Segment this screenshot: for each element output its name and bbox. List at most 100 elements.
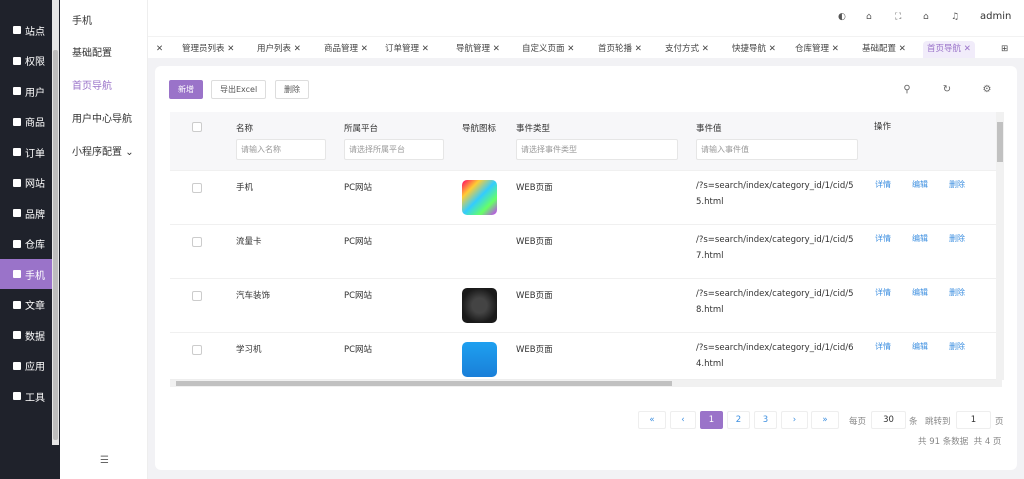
submenu-item-user-nav[interactable]: 用户中心导航	[72, 110, 132, 125]
close-icon[interactable]: ✕	[769, 44, 776, 54]
close-icon[interactable]: ✕	[294, 44, 301, 54]
row-checkbox[interactable]	[192, 345, 202, 355]
event-type-filter-select[interactable]: 请选择事件类型	[516, 139, 678, 160]
table-row: 汽车装饰 PC网站 WEB页面 /?s=search/index/categor…	[170, 278, 996, 332]
sidebar-item[interactable]: 仓库	[0, 229, 52, 259]
name-filter-input[interactable]: 请输入名称	[236, 139, 326, 160]
event-value-filter-input[interactable]: 请输入事件值	[696, 139, 858, 160]
row-checkbox[interactable]	[192, 183, 202, 193]
tab[interactable]: 管理员列表 ✕	[178, 41, 238, 58]
sidebar-item[interactable]: 工具	[0, 381, 52, 411]
close-icon[interactable]: ✕	[832, 44, 839, 54]
next-page-button[interactable]: ›	[781, 411, 808, 429]
sidebar-item[interactable]: 用户	[0, 76, 52, 106]
select-all-checkbox[interactable]	[192, 122, 202, 132]
tab[interactable]: 导航管理 ✕	[452, 41, 504, 58]
close-icon[interactable]: ✕	[227, 44, 234, 54]
store-icon[interactable]: ⌂	[866, 12, 872, 22]
add-button[interactable]: 新增	[169, 80, 203, 99]
sidebar-item[interactable]: 订单	[0, 137, 52, 167]
per-page-label: 每页	[849, 417, 867, 427]
last-page-button[interactable]: »	[811, 411, 839, 429]
theme-icon[interactable]: ◐	[838, 12, 846, 22]
user-name[interactable]: admin	[980, 11, 1011, 22]
export-excel-button[interactable]: 导出Excel	[211, 80, 267, 99]
delete-button[interactable]: 删除	[275, 80, 309, 99]
delete-link[interactable]: 删除	[949, 341, 965, 352]
close-icon[interactable]: ✕	[964, 44, 971, 54]
first-page-button[interactable]: «	[638, 411, 666, 429]
sidebar-item[interactable]: 应用	[0, 351, 52, 381]
detail-link[interactable]: 详情	[875, 341, 891, 352]
sidebar-item[interactable]: 品牌	[0, 198, 52, 228]
detail-link[interactable]: 详情	[875, 179, 891, 190]
delete-link[interactable]: 删除	[949, 179, 965, 190]
tab[interactable]: 用户列表 ✕	[253, 41, 305, 58]
page-2-button[interactable]: 2	[727, 411, 750, 429]
tab[interactable]: 仓库管理 ✕	[791, 41, 843, 58]
tab[interactable]: 基础配置 ✕	[858, 41, 910, 58]
settings-icon[interactable]: ⚙	[981, 84, 993, 96]
edit-link[interactable]: 编辑	[912, 287, 928, 298]
grid-icon[interactable]: ⊞	[997, 41, 1012, 58]
table-vertical-scrollbar[interactable]	[996, 112, 1004, 380]
tab[interactable]: 首页导航 ✕	[923, 41, 975, 58]
submenu-item-home-nav[interactable]: 首页导航	[72, 77, 112, 92]
detail-link[interactable]: 详情	[875, 233, 891, 244]
sidebar-item[interactable]: 站点	[0, 15, 52, 45]
platform-filter-select[interactable]: 请选择所属平台	[344, 139, 444, 160]
col-event-type[interactable]: 事件类型	[516, 122, 550, 134]
delete-link[interactable]: 删除	[949, 287, 965, 298]
sidebar-item[interactable]: 数据	[0, 320, 52, 350]
delete-link[interactable]: 删除	[949, 233, 965, 244]
tab-label: 仓库管理	[795, 44, 830, 54]
search-icon[interactable]: ⚲	[901, 84, 913, 96]
col-name[interactable]: 名称	[236, 122, 253, 134]
prev-page-button[interactable]: ‹	[670, 411, 696, 429]
close-icon[interactable]: ✕	[422, 44, 429, 54]
chevron-down-icon: ⌄	[125, 147, 134, 158]
table-horizontal-scrollbar[interactable]	[170, 380, 1002, 387]
bell-icon[interactable]: ♫	[951, 12, 959, 22]
jump-page-input[interactable]: 1	[956, 411, 991, 429]
tab[interactable]: 自定义页面 ✕	[518, 41, 578, 58]
close-icon[interactable]: ✕	[493, 44, 500, 54]
home-icon[interactable]: ⌂	[923, 12, 929, 22]
close-icon[interactable]: ✕	[899, 44, 906, 54]
per-page-input[interactable]: 30	[871, 411, 906, 429]
collapse-menu-icon[interactable]: ☰	[100, 455, 109, 466]
sidebar-scrollbar[interactable]	[52, 0, 59, 445]
row-checkbox[interactable]	[192, 291, 202, 301]
sidebar-item[interactable]: 手机	[0, 259, 52, 289]
edit-link[interactable]: 编辑	[912, 341, 928, 352]
fullscreen-icon[interactable]: ⛶	[895, 12, 901, 22]
edit-link[interactable]: 编辑	[912, 179, 928, 190]
col-event-value[interactable]: 事件值	[696, 122, 722, 134]
submenu-item-basic[interactable]: 基础配置	[72, 44, 112, 59]
sidebar-item[interactable]: 文章	[0, 290, 52, 320]
close-icon[interactable]: ✕	[567, 44, 574, 54]
tab[interactable]: 订单管理 ✕	[381, 41, 433, 58]
close-icon[interactable]: ✕	[361, 44, 368, 54]
close-icon[interactable]: ✕	[635, 44, 642, 54]
sidebar-item[interactable]: 权限	[0, 46, 52, 76]
sidebar-item[interactable]: 商品	[0, 107, 52, 137]
submenu-item-miniapp[interactable]: 小程序配置 ⌄	[72, 143, 134, 158]
tab-label: 基础配置	[862, 44, 897, 54]
sidebar-item-label: 品牌	[25, 209, 45, 221]
page-1-button[interactable]: 1	[700, 411, 723, 429]
tab[interactable]: 快捷导航 ✕	[728, 41, 780, 58]
row-checkbox[interactable]	[192, 237, 202, 247]
tab[interactable]: 首页轮播 ✕	[594, 41, 646, 58]
tab[interactable]: 支付方式 ✕	[661, 41, 713, 58]
page-3-button[interactable]: 3	[754, 411, 777, 429]
sidebar-item[interactable]: 网站	[0, 168, 52, 198]
close-all-icon[interactable]: ✕	[152, 41, 167, 58]
edit-link[interactable]: 编辑	[912, 233, 928, 244]
col-platform[interactable]: 所属平台	[344, 122, 378, 134]
close-icon[interactable]: ✕	[702, 44, 709, 54]
tab[interactable]: 商品管理 ✕	[320, 41, 372, 58]
detail-link[interactable]: 详情	[875, 287, 891, 298]
refresh-icon[interactable]: ↻	[941, 84, 953, 96]
sidebar-item-label: 商品	[25, 118, 45, 129]
